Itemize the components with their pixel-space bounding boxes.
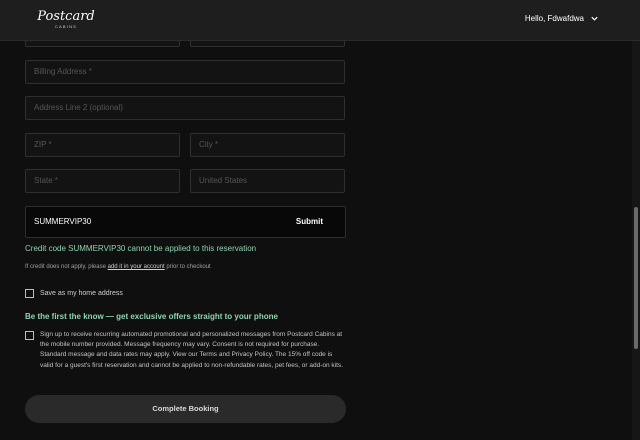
promo-error-message: Credit code SUMMERVIP30 cannot be applie…	[25, 244, 257, 253]
promo-code-field: SUMMERVIP30 Submit	[25, 206, 346, 238]
zip-placeholder: ZIP *	[34, 140, 52, 149]
logo-subtitle: CABINS	[54, 24, 78, 29]
sms-consent-text: Sign up to receive recurring automated p…	[40, 331, 343, 369]
billing-address-placeholder: Billing Address *	[34, 67, 92, 76]
page-scrollbar[interactable]	[632, 41, 640, 440]
sms-consent-checkbox[interactable]	[25, 331, 34, 340]
user-menu-button[interactable]: Hello, Fdwafdwa	[525, 14, 599, 23]
address-line2-placeholder: Address Line 2 (optional)	[34, 103, 123, 112]
partial-field-left[interactable]	[25, 41, 180, 47]
billing-address-field[interactable]: Billing Address *	[25, 60, 345, 84]
city-placeholder: City *	[199, 140, 219, 149]
credit-note: If credit does not apply, please add it …	[25, 264, 211, 270]
city-field[interactable]: City *	[190, 133, 345, 157]
country-field[interactable]: United States	[190, 169, 345, 193]
scrollbar-thumb[interactable]	[634, 207, 638, 349]
complete-booking-button[interactable]: Complete Booking	[25, 395, 346, 423]
country-value: United States	[199, 176, 248, 185]
address-line2-field[interactable]: Address Line 2 (optional)	[25, 96, 345, 120]
save-home-address-label: Save as my home address	[40, 290, 123, 297]
save-home-address-checkbox[interactable]	[25, 289, 34, 298]
state-placeholder: State *	[34, 176, 59, 185]
submit-promo-button[interactable]: Submit	[296, 207, 323, 237]
postcard-cabins-logo[interactable]: Postcard CABINS	[36, 9, 96, 30]
logo-wordmark: Postcard	[37, 9, 95, 24]
promo-code-input[interactable]: SUMMERVIP30	[34, 207, 91, 237]
add-credit-link[interactable]: add it in your account	[108, 264, 165, 270]
user-greeting: Hello, Fdwafdwa	[524, 14, 584, 23]
chevron-down-icon	[591, 16, 598, 21]
state-field[interactable]: State *	[25, 169, 180, 193]
sms-offer-headline: Be the first the know — get exclusive of…	[25, 312, 278, 321]
partial-field-right[interactable]	[190, 41, 345, 47]
zip-field[interactable]: ZIP *	[25, 133, 180, 157]
credit-note-prefix: If credit does not apply, please	[25, 264, 106, 270]
top-navigation-bar: Postcard CABINS Hello, Fdwafdwa	[0, 0, 640, 41]
credit-note-suffix: prior to checkout	[166, 264, 211, 270]
